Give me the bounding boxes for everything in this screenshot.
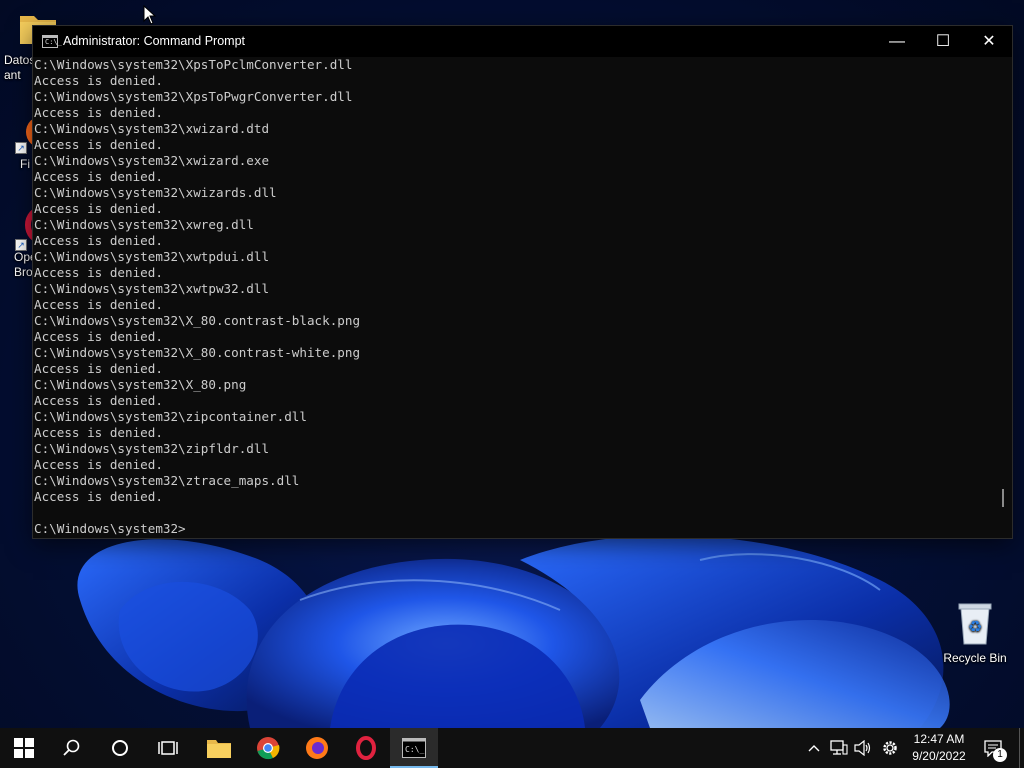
chrome-icon	[257, 737, 280, 760]
svg-text:C:\_: C:\_	[405, 745, 424, 754]
console-line: C:\Windows\system32\zipfldr.dll	[34, 441, 270, 456]
network-button[interactable]	[828, 728, 850, 768]
taskbar-clock[interactable]: 12:47 AM 9/20/2022	[904, 731, 974, 765]
recycle-bin-icon: ♻	[958, 603, 992, 645]
volume-button[interactable]	[852, 728, 874, 768]
clock-date: 9/20/2022	[912, 749, 966, 763]
console-line: C:\Windows\system32\X_80.contrast-white.…	[34, 345, 361, 360]
show-hidden-icons-button[interactable]	[804, 728, 824, 768]
console-prompt-line: C:\Windows\system32>	[34, 521, 186, 536]
window-title: Administrator: Command Prompt	[63, 34, 246, 48]
console-line: C:\Windows\system32\xwtpdui.dll	[34, 249, 270, 264]
console-line: Access is denied.	[34, 361, 163, 376]
svg-text:♻: ♻	[968, 617, 982, 636]
scrollbar-thumb[interactable]	[1002, 489, 1004, 507]
shortcut-arrow-icon: ↗	[15, 142, 27, 154]
terminal-icon: C:\_	[42, 35, 62, 48]
console-line: Access is denied.	[34, 457, 163, 472]
terminal-icon: C:\_	[402, 738, 426, 758]
console-line: Access is denied.	[34, 73, 163, 88]
show-desktop-button[interactable]	[1019, 728, 1024, 768]
console-line: C:\Windows\system32\xwreg.dll	[34, 217, 254, 232]
task-view-button[interactable]	[144, 728, 192, 768]
gear-icon	[883, 741, 897, 755]
chrome-button[interactable]	[244, 728, 292, 768]
settings-button[interactable]	[879, 728, 901, 768]
speaker-icon	[854, 740, 871, 756]
minimize-button[interactable]: —	[874, 26, 920, 57]
chevron-up-icon	[808, 745, 820, 752]
opera-icon	[356, 736, 376, 760]
console-line: Access is denied.	[34, 329, 163, 344]
terminal-icon-glyph: C:\_	[45, 38, 62, 46]
console-line: C:\Windows\system32\xwtpw32.dll	[34, 281, 270, 296]
command-prompt-window[interactable]: C:\_ Administrator: Command Prompt — ☐ ✕…	[33, 26, 1012, 538]
desktop-icon-label: Recycle Bin	[943, 651, 1007, 665]
command-prompt-button[interactable]: C:\_	[390, 728, 438, 768]
console-line: C:\Windows\system32\xwizards.dll	[34, 185, 277, 200]
console-line: C:\Windows\system32\XpsToPclmConverter.d…	[34, 57, 353, 72]
console-line: C:\Windows\system32\ztrace_maps.dll	[34, 473, 300, 488]
console-line: Access is denied.	[34, 137, 163, 152]
console-output[interactable]: C:\Windows\system32\XpsToPclmConverter.d…	[34, 57, 994, 537]
console-line: Access is denied.	[34, 265, 163, 280]
shortcut-arrow-icon: ↗	[15, 239, 27, 251]
console-line: Access is denied.	[34, 425, 163, 440]
console-line: C:\Windows\system32\zipcontainer.dll	[34, 409, 307, 424]
network-icon	[830, 740, 848, 755]
console-line: C:\Windows\system32\xwizard.exe	[34, 153, 270, 168]
console-line: C:\Windows\system32\xwizard.dtd	[34, 121, 270, 136]
console-line: Access is denied.	[34, 489, 163, 504]
clock-time: 12:47 AM	[913, 732, 965, 746]
mouse-cursor-icon	[143, 5, 157, 25]
desktop-icon-recycle-bin[interactable]: ♻ Recycle Bin	[937, 600, 1013, 666]
cortana-icon	[112, 740, 128, 756]
console-line: Access is denied.	[34, 169, 163, 184]
console-line: Access is denied.	[34, 393, 163, 408]
file-explorer-button[interactable]	[195, 728, 243, 768]
windows-logo-icon	[14, 738, 34, 758]
opera-button[interactable]	[342, 728, 390, 768]
close-button[interactable]: ✕	[966, 26, 1012, 57]
console-line: Access is denied.	[34, 105, 163, 120]
console-line: Access is denied.	[34, 201, 163, 216]
notification-count-badge: 1	[993, 748, 1007, 762]
folder-icon	[207, 740, 231, 758]
console-line: C:\Windows\system32\X_80.png	[34, 377, 247, 392]
taskbar: C:\_ 12:47 AM 9/20/2022 1	[0, 728, 1024, 768]
task-view-icon	[158, 741, 178, 755]
console-line: C:\Windows\system32\XpsToPwgrConverter.d…	[34, 89, 353, 104]
action-center-button[interactable]: 1	[979, 728, 1007, 768]
search-icon	[63, 739, 80, 756]
window-titlebar[interactable]: C:\_ Administrator: Command Prompt — ☐ ✕	[33, 26, 1012, 57]
maximize-button[interactable]: ☐	[920, 26, 966, 57]
search-button[interactable]	[48, 728, 96, 768]
firefox-button[interactable]	[293, 728, 341, 768]
firefox-icon	[306, 737, 328, 759]
start-button[interactable]	[0, 728, 48, 768]
console-line: Access is denied.	[34, 233, 163, 248]
console-line: C:\Windows\system32\X_80.contrast-black.…	[34, 313, 361, 328]
cortana-button[interactable]	[96, 728, 144, 768]
vertical-scrollbar[interactable]	[995, 57, 1012, 537]
console-line: Access is denied.	[34, 297, 163, 312]
